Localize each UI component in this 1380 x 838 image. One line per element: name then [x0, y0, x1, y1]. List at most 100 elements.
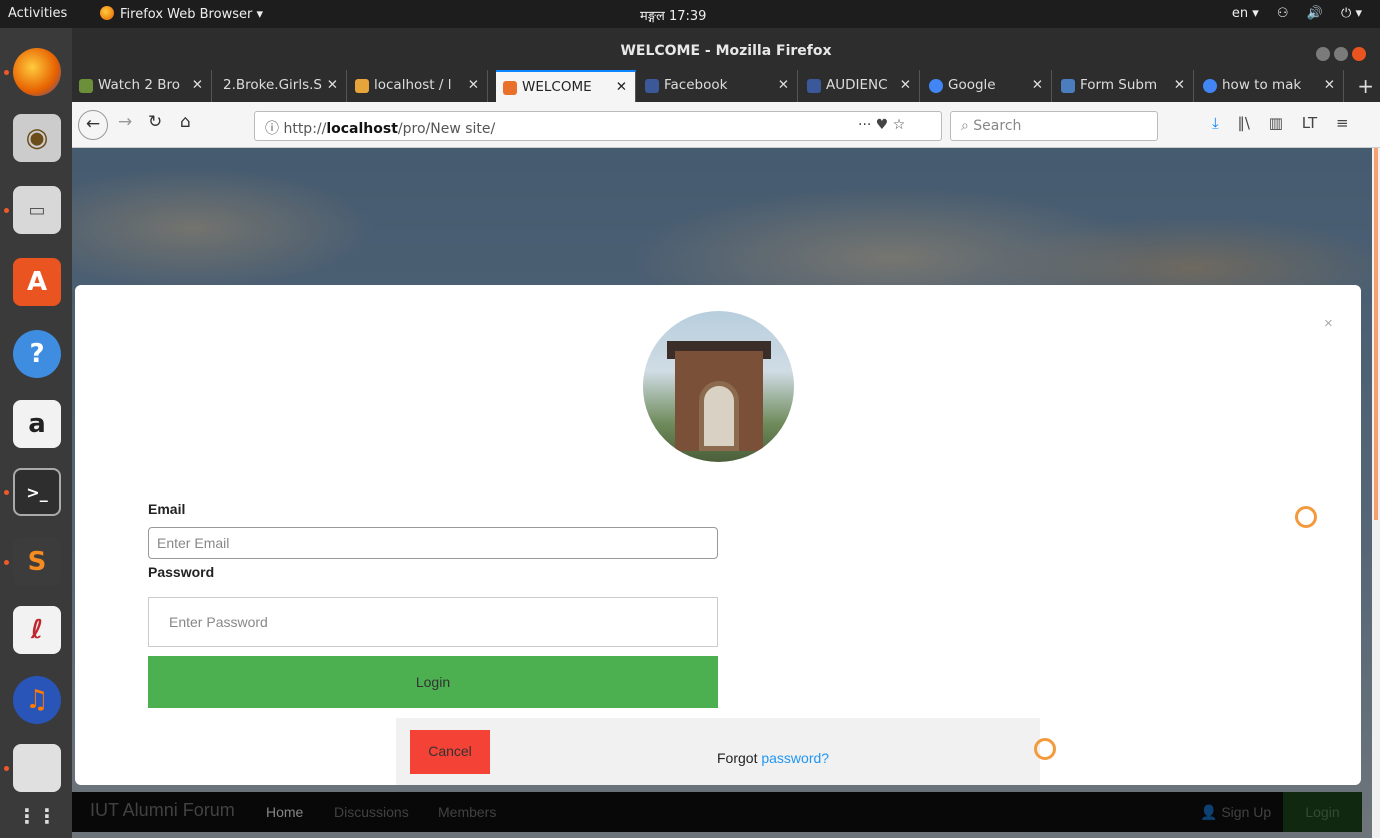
language-indicator[interactable]: en ▾ — [1232, 6, 1259, 21]
tab-google[interactable]: Google ✕ — [922, 70, 1052, 102]
building-arch — [699, 381, 739, 451]
running-indicator — [4, 560, 9, 565]
software-center-launcher-icon[interactable]: A — [13, 258, 61, 306]
app-grid-icon[interactable]: ⋮⋮ — [13, 792, 61, 838]
volume-icon[interactable]: 🔊 — [1307, 6, 1323, 21]
system-top-bar: Activities Firefox Web Browser ▾ मङ्गल 1… — [0, 0, 1380, 28]
app-menu[interactable]: Firefox Web Browser ▾ — [100, 6, 263, 22]
minimize-button[interactable] — [1316, 47, 1330, 61]
loading-spinner-icon — [1034, 738, 1056, 760]
url-prefix: http:// — [283, 121, 327, 137]
page-actions[interactable]: ··· ♥ ☆ — [858, 117, 905, 133]
firefox-launcher-icon[interactable] — [13, 48, 61, 96]
files-launcher-icon[interactable]: ▭ — [13, 186, 61, 234]
app-menu-label: Firefox Web Browser ▾ — [120, 7, 263, 22]
document-launcher-icon[interactable] — [13, 744, 61, 792]
sublime-text-launcher-icon[interactable]: S — [13, 538, 61, 586]
clock[interactable]: मङ्गल 17:39 — [640, 6, 706, 24]
launcher-dock: ◉ ▭ A ? a >_ S ℓ ♫ ⋮⋮ — [0, 28, 72, 838]
firefox-icon — [100, 6, 114, 20]
login-modal: × Email Enter Email Password Enter Passw… — [75, 285, 1361, 785]
reload-button[interactable]: ↻ — [148, 112, 162, 132]
search-placeholder: Search — [973, 118, 1022, 134]
password-placeholder: Enter Password — [169, 614, 268, 630]
tab-how-to-make[interactable]: how to mak ✕ — [1196, 70, 1344, 102]
forgot-text: Forgot — [717, 750, 762, 766]
close-tab-icon[interactable]: ✕ — [192, 77, 203, 93]
tab-watch-2-bro[interactable]: Watch 2 Bro ✕ — [72, 70, 212, 102]
url-host: localhost — [326, 121, 398, 137]
languagetool-icon[interactable]: LT — [1302, 114, 1317, 132]
close-modal-icon[interactable]: × — [1324, 315, 1333, 332]
hamburger-menu-icon[interactable]: ≡ — [1336, 114, 1349, 132]
rhythmbox-launcher-icon[interactable]: ◉ — [13, 114, 61, 162]
site-info-icon[interactable]: ⓘ — [265, 121, 283, 137]
tab-facebook[interactable]: Facebook ✕ — [638, 70, 798, 102]
amazon-launcher-icon[interactable]: a — [13, 400, 61, 448]
help-launcher-icon[interactable]: ? — [13, 330, 61, 378]
activities-button[interactable]: Activities — [8, 6, 67, 21]
terminal-launcher-icon[interactable]: >_ — [13, 468, 61, 516]
system-tray[interactable]: en ▾ ⚇ 🔊 ⏻ ▾ — [1218, 6, 1362, 21]
tab-audience[interactable]: AUDIENC ✕ — [800, 70, 920, 102]
downloads-icon[interactable]: ⤓ — [1212, 114, 1219, 132]
pdf-viewer-launcher-icon[interactable]: ℓ — [13, 606, 61, 654]
toolbar-icons: ⤓ ∥\ ▥ LT ≡ — [1212, 114, 1363, 132]
maximize-button[interactable] — [1334, 47, 1348, 61]
sidebar-icon[interactable]: ▥ — [1269, 114, 1283, 132]
forgot-password-link[interactable]: password? — [761, 750, 829, 766]
tab-localhost[interactable]: localhost / l ✕ — [348, 70, 488, 102]
audacity-launcher-icon[interactable]: ♫ — [13, 676, 61, 724]
power-icon[interactable]: ⏻ ▾ — [1341, 6, 1362, 21]
navigation-toolbar: ← → ↻ ⌂ ⓘ http://localhost/pro/New site/… — [72, 102, 1380, 148]
tab-label: Facebook — [664, 77, 728, 93]
close-tab-icon[interactable]: ✕ — [616, 79, 627, 95]
scrollbar-thumb[interactable] — [1374, 148, 1378, 520]
accessibility-icon[interactable]: ⚇ — [1277, 6, 1289, 21]
tab-favicon-icon — [503, 81, 517, 95]
tab-favicon-icon — [645, 79, 659, 93]
close-tab-icon[interactable]: ✕ — [900, 77, 911, 93]
email-placeholder: Enter Email — [157, 535, 230, 551]
password-label: Password — [148, 564, 215, 580]
forward-button[interactable]: → — [118, 112, 132, 132]
close-tab-icon[interactable]: ✕ — [327, 77, 338, 93]
tab-label: localhost / l — [374, 77, 452, 93]
library-icon[interactable]: ∥\ — [1237, 114, 1250, 132]
password-field[interactable]: Enter Password — [148, 597, 718, 647]
close-tab-icon[interactable]: ✕ — [1174, 77, 1185, 93]
tab-bar: Watch 2 Bro ✕ 2.Broke.Girls.S ✕ localhost … — [72, 70, 1380, 102]
tab-favicon-icon — [355, 79, 369, 93]
running-indicator — [4, 766, 9, 771]
email-label: Email — [148, 501, 186, 517]
new-tab-button[interactable]: + — [1357, 74, 1374, 98]
window-titlebar: WELCOME - Mozilla Firefox — [72, 28, 1380, 70]
window-title: WELCOME - Mozilla Firefox — [620, 43, 832, 59]
tab-favicon-icon — [79, 79, 93, 93]
close-tab-icon[interactable]: ✕ — [1032, 77, 1043, 93]
email-field[interactable]: Enter Email — [148, 527, 718, 559]
close-tab-icon[interactable]: ✕ — [1324, 77, 1335, 93]
tab-broke-girls[interactable]: 2.Broke.Girls.S ✕ — [213, 70, 347, 102]
tab-label: WELCOME — [522, 79, 592, 95]
close-window-button[interactable] — [1352, 47, 1366, 61]
page-scrollbar[interactable] — [1372, 148, 1380, 838]
close-tab-icon[interactable]: ✕ — [468, 77, 479, 93]
tab-label: Google — [948, 77, 996, 93]
tab-favicon-icon — [1061, 79, 1075, 93]
tab-form-submit[interactable]: Form Subm ✕ — [1054, 70, 1194, 102]
running-indicator — [4, 70, 9, 75]
cancel-button[interactable]: Cancel — [410, 730, 490, 774]
tab-label: AUDIENC — [826, 77, 888, 93]
url-bar[interactable]: ⓘ http://localhost/pro/New site/ — [254, 111, 942, 141]
loading-spinner-icon — [1295, 506, 1317, 528]
modal-footer: Cancel Forgot password? — [396, 718, 1056, 785]
tab-label: Form Subm — [1080, 77, 1158, 93]
search-input[interactable]: ⌕ Search — [950, 111, 1158, 141]
tab-welcome[interactable]: WELCOME ✕ — [496, 70, 636, 102]
running-indicator — [4, 490, 9, 495]
back-button[interactable]: ← — [78, 110, 108, 140]
home-button[interactable]: ⌂ — [180, 112, 191, 132]
close-tab-icon[interactable]: ✕ — [778, 77, 789, 93]
login-button[interactable]: Login — [148, 656, 718, 708]
